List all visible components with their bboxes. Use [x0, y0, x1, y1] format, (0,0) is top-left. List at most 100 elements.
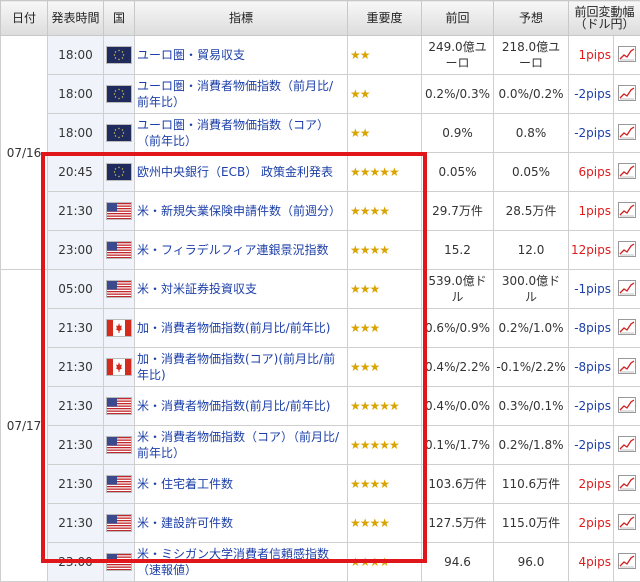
line-chart-icon[interactable]	[618, 397, 636, 416]
importance-cell: ★★★★	[348, 231, 422, 270]
line-chart-icon[interactable]	[618, 553, 636, 572]
indicator-cell[interactable]: ユーロ圏・消費者物価指数（コア）（前年比）	[135, 114, 348, 153]
importance-stars: ★★★★	[350, 243, 389, 257]
line-chart-icon[interactable]	[618, 358, 636, 377]
indicator-link[interactable]: ユーロ圏・消費者物価指数（コア）（前年比）	[137, 118, 329, 148]
indicator-link[interactable]: 米・建設許可件数	[137, 516, 233, 530]
chart-cell[interactable]	[614, 543, 640, 582]
indicator-link[interactable]: 欧州中央銀行（ECB） 政策金利発表	[137, 165, 333, 179]
previous-value: 0.05%	[438, 165, 476, 179]
pips-cell: -8pips	[569, 348, 614, 387]
us-flag-icon	[107, 554, 131, 570]
line-chart-icon[interactable]	[618, 514, 636, 533]
header-country: 国	[104, 1, 135, 36]
chart-cell[interactable]	[614, 465, 640, 504]
chart-cell[interactable]	[614, 387, 640, 426]
indicator-link[interactable]: ユーロ圏・消費者物価指数（前月比/前年比）	[137, 79, 333, 109]
pips-value: -2pips	[574, 87, 611, 101]
time-label: 18:00	[58, 87, 93, 101]
indicator-cell[interactable]: 米・対米証券投資収支	[135, 270, 348, 309]
chart-cell[interactable]	[614, 36, 640, 75]
importance-stars: ★★★★	[350, 516, 389, 530]
line-chart-icon[interactable]	[618, 124, 636, 143]
chart-cell[interactable]	[614, 231, 640, 270]
indicator-link[interactable]: 加・消費者物価指数(前月比/前年比)	[137, 321, 330, 335]
importance-stars: ★★	[350, 87, 370, 101]
importance-cell: ★★★★★	[348, 153, 422, 192]
pips-cell: 6pips	[569, 153, 614, 192]
time-cell: 21:30	[48, 426, 104, 465]
line-chart-icon[interactable]	[618, 46, 636, 65]
indicator-cell[interactable]: 米・住宅着工件数	[135, 465, 348, 504]
chart-cell[interactable]	[614, 153, 640, 192]
chart-cell[interactable]	[614, 504, 640, 543]
previous-cell: 0.4%/0.0%	[422, 387, 494, 426]
importance-cell: ★★★	[348, 348, 422, 387]
indicator-cell[interactable]: 米・ミシガン大学消費者信頼感指数（速報値）	[135, 543, 348, 582]
time-label: 21:30	[58, 399, 93, 413]
indicator-link[interactable]: 米・消費者物価指数(前月比/前年比)	[137, 399, 330, 413]
importance-cell: ★★	[348, 114, 422, 153]
indicator-cell[interactable]: 米・消費者物価指数（コア）（前月比/前年比）	[135, 426, 348, 465]
date-label: 07/17	[7, 419, 42, 433]
indicator-cell[interactable]: 米・フィラデルフィア連銀景況指数	[135, 231, 348, 270]
line-chart-icon[interactable]	[618, 319, 636, 338]
indicator-cell[interactable]: 米・消費者物価指数(前月比/前年比)	[135, 387, 348, 426]
country-cell	[104, 153, 135, 192]
importance-cell: ★★★	[348, 309, 422, 348]
line-chart-icon[interactable]	[618, 475, 636, 494]
time-cell: 21:30	[48, 309, 104, 348]
chart-cell[interactable]	[614, 114, 640, 153]
indicator-cell[interactable]: 加・消費者物価指数(コア)(前月比/前年比)	[135, 348, 348, 387]
indicator-cell[interactable]: 加・消費者物価指数(前月比/前年比)	[135, 309, 348, 348]
table-row: 23:00米・フィラデルフィア連銀景況指数★★★★15.212.012pips	[1, 231, 640, 270]
time-cell: 20:45	[48, 153, 104, 192]
table-row: 18:00 ユーロ圏・消費者物価指数（前月比/前年比） ★★ 0.2%/0.3% 0.0…	[1, 75, 640, 114]
chart-cell[interactable]	[614, 75, 640, 114]
indicator-link[interactable]: 米・対米証券投資収支	[137, 282, 257, 296]
indicator-cell[interactable]: 欧州中央銀行（ECB） 政策金利発表	[135, 153, 348, 192]
indicator-cell[interactable]: ユーロ圏・消費者物価指数（前月比/前年比）	[135, 75, 348, 114]
line-chart-icon[interactable]	[618, 280, 636, 299]
importance-stars: ★★	[350, 48, 370, 62]
pips-value: -8pips	[574, 321, 611, 335]
indicator-link[interactable]: 米・ミシガン大学消費者信頼感指数（速報値）	[137, 547, 329, 577]
indicator-cell[interactable]: ユーロ圏・貿易収支	[135, 36, 348, 75]
chart-cell[interactable]	[614, 270, 640, 309]
table-row: 21:30米・新規失業保険申請件数（前週分）★★★★29.7万件28.5万件1p…	[1, 192, 640, 231]
header-indicator: 指標	[135, 1, 348, 36]
previous-cell: 127.5万件	[422, 504, 494, 543]
forecast-value: 12.0	[518, 243, 545, 257]
table-row: 21:30米・消費者物価指数（コア）（前月比/前年比）★★★★★0.1%/1.7…	[1, 426, 640, 465]
indicator-cell[interactable]: 米・建設許可件数	[135, 504, 348, 543]
indicator-link[interactable]: ユーロ圏・貿易収支	[137, 48, 245, 62]
chart-cell[interactable]	[614, 309, 640, 348]
indicator-link[interactable]: 米・住宅着工件数	[137, 477, 233, 491]
pips-value: 1pips	[579, 48, 611, 62]
forecast-value: 0.05%	[512, 165, 550, 179]
line-chart-icon[interactable]	[618, 85, 636, 104]
forecast-value: 0.0%/0.2%	[498, 87, 563, 101]
line-chart-icon[interactable]	[618, 436, 636, 455]
table-row: 07/1705:00米・対米証券投資収支★★★539.0億ドル300.0億ドル-…	[1, 270, 640, 309]
indicator-cell[interactable]: 米・新規失業保険申請件数（前週分）	[135, 192, 348, 231]
pips-value: 6pips	[579, 165, 611, 179]
us-flag-icon	[107, 437, 131, 453]
chart-cell[interactable]	[614, 426, 640, 465]
header-forecast: 予想	[494, 1, 569, 36]
indicator-link[interactable]: 米・フィラデルフィア連銀景況指数	[137, 243, 329, 257]
line-chart-icon[interactable]	[618, 202, 636, 221]
date-label: 07/16	[7, 146, 42, 160]
line-chart-icon[interactable]	[618, 163, 636, 182]
us-flag-icon	[107, 515, 131, 531]
line-chart-icon[interactable]	[618, 241, 636, 260]
previous-value: 0.2%/0.3%	[425, 87, 490, 101]
us-flag-icon	[107, 398, 131, 414]
indicator-link[interactable]: 米・消費者物価指数（コア）（前月比/前年比）	[137, 430, 339, 460]
indicator-link[interactable]: 米・新規失業保険申請件数（前週分）	[137, 204, 341, 218]
forecast-cell: 0.0%/0.2%	[494, 75, 569, 114]
chart-cell[interactable]	[614, 192, 640, 231]
ca-flag-icon	[107, 359, 131, 375]
chart-cell[interactable]	[614, 348, 640, 387]
indicator-link[interactable]: 加・消費者物価指数(コア)(前月比/前年比)	[137, 352, 335, 382]
